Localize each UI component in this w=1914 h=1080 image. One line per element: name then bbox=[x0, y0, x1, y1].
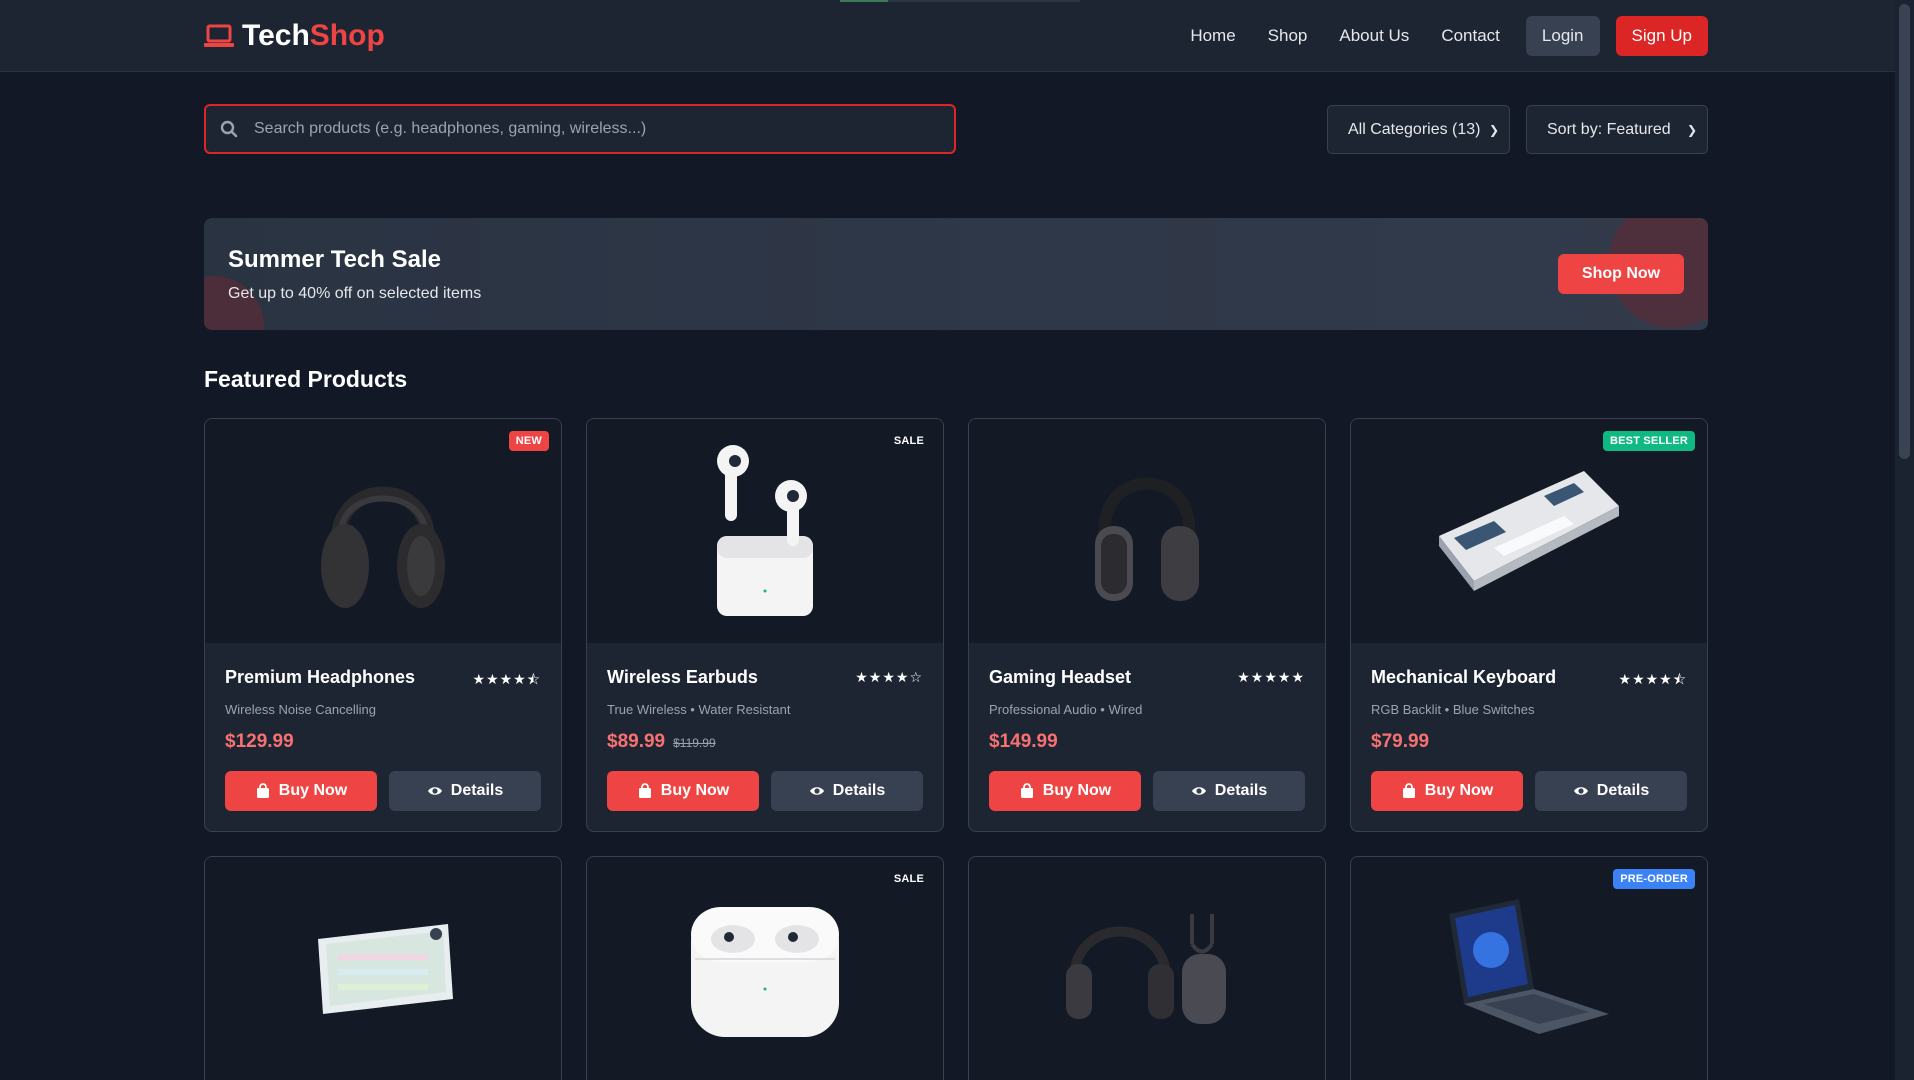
buy-now-button[interactable]: Buy Now bbox=[607, 771, 759, 811]
product-image-area[interactable]: PRE-ORDER bbox=[1351, 857, 1707, 1080]
headphones-icon bbox=[1095, 477, 1199, 601]
product-image-area[interactable] bbox=[969, 419, 1325, 643]
login-button[interactable]: Login bbox=[1525, 16, 1600, 56]
product-card[interactable]: PRE-ORDER bbox=[1350, 856, 1708, 1080]
search-icon bbox=[220, 120, 238, 138]
product-image-area[interactable] bbox=[969, 857, 1325, 1080]
original-price: $119.99 bbox=[673, 736, 716, 750]
sort-select-value: Sort by: Featured bbox=[1547, 120, 1671, 138]
scrollbar-thumb[interactable] bbox=[1899, 4, 1910, 459]
banner-subtitle: Get up to 40% off on selected items bbox=[228, 285, 482, 302]
eye-icon bbox=[1191, 787, 1206, 795]
buy-now-button[interactable]: Buy Now bbox=[1371, 771, 1523, 811]
site-logo[interactable]: TechShop bbox=[204, 19, 385, 53]
product-price: $79.99 bbox=[1371, 731, 1430, 752]
search-input[interactable] bbox=[254, 120, 934, 138]
product-image-area[interactable] bbox=[205, 857, 561, 1080]
product-card[interactable]: Gaming Headset ★★★★★ Professional Audio … bbox=[968, 418, 1326, 832]
badge-best-seller: BEST SELLER bbox=[1603, 431, 1695, 451]
details-label: Details bbox=[832, 782, 886, 799]
rating-stars: ★★★★⯪ bbox=[472, 671, 541, 687]
product-image-area[interactable]: NEW bbox=[205, 419, 561, 643]
sign-up-button[interactable]: Sign Up bbox=[1615, 16, 1708, 56]
badge-new: NEW bbox=[508, 431, 549, 451]
nav-home[interactable]: Home bbox=[1190, 26, 1235, 46]
badge-sale: SALE bbox=[893, 435, 924, 447]
badge-pre-order: PRE-ORDER bbox=[1613, 869, 1695, 889]
shop-now-button[interactable]: Shop Now bbox=[1558, 254, 1684, 294]
details-label: Details bbox=[1214, 782, 1268, 799]
buy-now-label: Buy Now bbox=[1424, 782, 1494, 799]
product-card[interactable]: SALE bbox=[586, 856, 944, 1080]
headphones-icon bbox=[1066, 914, 1226, 1024]
rating-stars: ★★★★★ bbox=[1237, 669, 1305, 685]
buy-now-label: Buy Now bbox=[660, 782, 730, 799]
product-card[interactable] bbox=[968, 856, 1326, 1080]
earbuds-case-icon bbox=[691, 907, 839, 1037]
shopping-bag-icon bbox=[256, 783, 269, 798]
product-card[interactable]: NEW Premium Headphones ★★★★⯪ Wireless No… bbox=[204, 418, 562, 832]
search-bar[interactable] bbox=[204, 104, 956, 154]
earbuds-icon bbox=[717, 445, 813, 616]
chevron-down-icon: ❯ bbox=[1686, 122, 1697, 137]
details-button[interactable]: Details bbox=[1535, 771, 1687, 811]
product-image-area[interactable]: SALE bbox=[587, 857, 943, 1080]
nav-about-us[interactable]: About Us bbox=[1339, 26, 1409, 46]
page-scrollbar[interactable] bbox=[1895, 0, 1914, 1080]
product-card[interactable]: BEST SELLER Mechanical Keyboard ★★★★⯪ RG… bbox=[1350, 418, 1708, 832]
eye-icon bbox=[809, 787, 824, 795]
nav-shop[interactable]: Shop bbox=[1268, 26, 1308, 46]
eye-icon bbox=[1573, 787, 1588, 795]
shopping-bag-icon bbox=[1402, 783, 1415, 798]
logo-text-shop: Shop bbox=[309, 19, 385, 52]
shopping-bag-icon bbox=[638, 783, 651, 798]
keyboard-icon bbox=[318, 924, 453, 1014]
details-label: Details bbox=[1596, 782, 1650, 799]
laptop-icon bbox=[204, 24, 234, 47]
badge-sale: SALE bbox=[893, 873, 924, 885]
details-button[interactable]: Details bbox=[771, 771, 923, 811]
laptop-icon bbox=[1449, 899, 1609, 1034]
details-button[interactable]: Details bbox=[389, 771, 541, 811]
product-description: RGB Backlit • Blue Switches bbox=[1371, 702, 1535, 717]
product-card[interactable] bbox=[204, 856, 562, 1080]
product-price: $129.99 bbox=[225, 731, 294, 752]
product-description: True Wireless • Water Resistant bbox=[607, 702, 791, 717]
shopping-bag-icon bbox=[1020, 783, 1033, 798]
product-image-area[interactable]: BEST SELLER bbox=[1351, 419, 1707, 643]
logo-text-tech: Tech bbox=[242, 19, 310, 52]
promo-banner: Summer Tech Sale Get up to 40% off on se… bbox=[204, 218, 1708, 330]
buy-now-button[interactable]: Buy Now bbox=[225, 771, 377, 811]
buy-now-label: Buy Now bbox=[278, 782, 348, 799]
rating-stars: ★★★★⯪ bbox=[1618, 671, 1687, 687]
keyboard-icon bbox=[1439, 471, 1619, 591]
nav-contact[interactable]: Contact bbox=[1441, 26, 1500, 46]
product-description: Wireless Noise Cancelling bbox=[225, 702, 376, 717]
product-card[interactable]: SALE Wireless Earbuds ★★★★☆ True Wireles… bbox=[586, 418, 944, 832]
site-header: TechShop Home Shop About Us Contact Logi… bbox=[0, 0, 1895, 72]
product-description: Professional Audio • Wired bbox=[989, 702, 1143, 717]
eye-icon bbox=[427, 787, 442, 795]
buy-now-button[interactable]: Buy Now bbox=[989, 771, 1141, 811]
details-label: Details bbox=[450, 782, 504, 799]
category-select-value: All Categories (13) bbox=[1348, 120, 1481, 138]
product-price: $89.99 bbox=[607, 731, 666, 752]
details-button[interactable]: Details bbox=[1153, 771, 1305, 811]
product-image-area[interactable]: SALE bbox=[587, 419, 943, 643]
banner-title: Summer Tech Sale bbox=[228, 246, 441, 273]
main-nav: Home Shop About Us Contact Login Sign Up bbox=[1190, 16, 1708, 56]
section-title: Featured Products bbox=[204, 366, 408, 392]
chevron-down-icon: ❯ bbox=[1488, 122, 1499, 137]
buy-now-label: Buy Now bbox=[1042, 782, 1112, 799]
product-price: $149.99 bbox=[989, 731, 1058, 752]
headphones-icon bbox=[321, 486, 445, 608]
rating-stars: ★★★★☆ bbox=[855, 669, 923, 685]
sort-select[interactable]: Sort by: Featured ❯ bbox=[1526, 105, 1708, 154]
category-select[interactable]: All Categories (13) ❯ bbox=[1327, 105, 1510, 154]
